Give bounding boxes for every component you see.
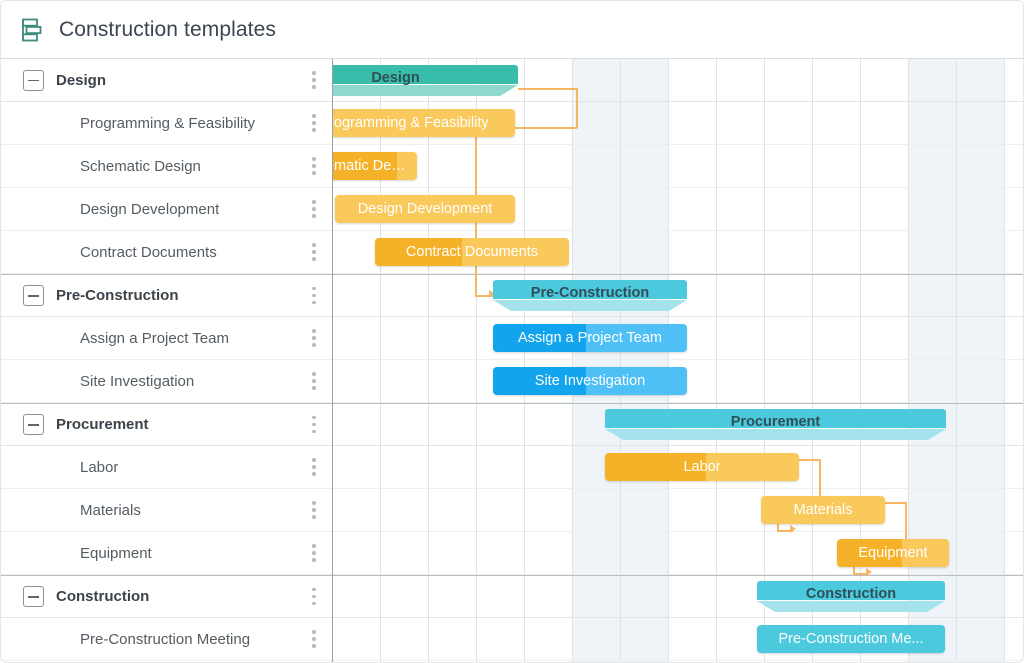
task-bar-label: Pre-Construction Me... (778, 631, 924, 647)
minus-square-icon[interactable] (23, 285, 44, 306)
task-label: Contract Documents (80, 243, 217, 261)
kebab-menu-icon[interactable] (312, 286, 316, 305)
task-bar-label: Contract Documents (405, 244, 539, 260)
task-label: Assign a Project Team (80, 329, 229, 347)
task-bar-label: Site Investigation (534, 373, 646, 389)
page-title: Construction templates (59, 17, 276, 41)
kebab-menu-icon[interactable] (312, 501, 316, 519)
task-row-contract-docs[interactable]: Contract Documents (1, 231, 332, 274)
kebab-menu-icon[interactable] (312, 458, 316, 476)
task-label: Pre-Construction (56, 287, 179, 304)
task-list-pane: Design Programming & Feasibility Schematic… (1, 59, 333, 662)
kebab-menu-icon[interactable] (312, 71, 316, 89)
task-row-design[interactable]: Design (1, 59, 332, 102)
task-bar[interactable]: Programming & Feasibility (333, 109, 515, 137)
task-row-assign-team[interactable]: Assign a Project Team (1, 317, 332, 360)
task-bar-label: Design Development (357, 201, 493, 217)
task-row-materials[interactable]: Materials (1, 489, 332, 532)
task-label: Schematic Design (80, 157, 201, 175)
task-row-pre-construction[interactable]: Pre-Construction (1, 274, 332, 317)
kebab-menu-icon[interactable] (312, 630, 316, 648)
task-bar[interactable]: Pre-Construction Me... (757, 625, 945, 653)
task-label: Materials (80, 501, 141, 519)
task-label: Site Investigation (80, 372, 195, 390)
task-bar[interactable]: Site Investigation (493, 367, 687, 395)
task-label: Design Development (80, 200, 220, 218)
summary-bar[interactable]: Design (333, 65, 518, 96)
chart-row (333, 145, 1023, 188)
task-label: Programming & Feasibility (80, 114, 256, 132)
kebab-menu-icon[interactable] (312, 415, 316, 434)
task-label: Construction (56, 588, 150, 605)
task-bar-label: Equipment (858, 545, 928, 561)
task-bar-label: Programming & Feasibility (333, 115, 489, 131)
task-row-labor[interactable]: Labor (1, 446, 332, 489)
task-row-schematic[interactable]: Schematic Design (1, 145, 332, 188)
chart-row (333, 489, 1023, 532)
dependency-link-design (576, 88, 578, 128)
summary-bar-label: Design (371, 70, 420, 86)
task-bar-label: Labor (683, 459, 721, 475)
task-bar[interactable]: Design Development (335, 195, 515, 223)
summary-bar-label: Pre-Construction (530, 285, 650, 301)
gantt-app-window: Construction templates Design Programming… (0, 0, 1024, 663)
task-bar-label: Materials (793, 502, 853, 518)
kebab-menu-icon[interactable] (312, 114, 316, 132)
task-label: Pre-Construction Meeting (80, 630, 251, 648)
task-row-programming[interactable]: Programming & Feasibility (1, 102, 332, 145)
task-row-procurement[interactable]: Procurement (1, 403, 332, 446)
minus-square-icon[interactable] (23, 69, 44, 91)
timeline-chart-pane: Design Programming & Feasibility Schematic… (333, 59, 1023, 662)
task-label: Labor (80, 458, 119, 476)
summary-bar[interactable]: Procurement (605, 409, 946, 440)
summary-bar-label: Construction (805, 586, 897, 602)
dependency-arrowhead-materials (790, 525, 796, 533)
summary-bar-label: Procurement (730, 414, 821, 430)
app-header: Construction templates (1, 1, 1023, 59)
summary-bar[interactable]: Pre-Construction (493, 280, 687, 311)
task-row-site-investigation[interactable]: Site Investigation (1, 360, 332, 403)
task-bar-label: Assign a Project Team (518, 330, 662, 346)
task-bar[interactable]: Equipment (837, 539, 949, 567)
kebab-menu-icon[interactable] (312, 587, 316, 606)
task-row-precon-meeting[interactable]: Pre-Construction Meeting (1, 618, 332, 661)
summary-bar[interactable]: Construction (757, 581, 945, 612)
task-label: Procurement (56, 416, 149, 433)
task-bar[interactable]: Assign a Project Team (493, 324, 687, 352)
gantt-body: Design Programming & Feasibility Schematic… (1, 59, 1023, 662)
minus-square-icon[interactable] (23, 414, 44, 435)
task-bar[interactable]: Materials (761, 496, 885, 524)
kebab-menu-icon[interactable] (312, 200, 316, 218)
kebab-menu-icon[interactable] (312, 372, 316, 390)
summary-bar-body (333, 65, 518, 84)
task-bar[interactable]: Schematic Design (333, 152, 417, 180)
task-row-equipment[interactable]: Equipment (1, 532, 332, 575)
task-bar[interactable]: Labor (605, 453, 799, 481)
dependency-arrowhead-equipment (866, 568, 872, 576)
dependency-link-materials (885, 502, 907, 504)
task-bar[interactable]: Contract Documents (375, 238, 569, 266)
kebab-menu-icon[interactable] (312, 243, 316, 261)
task-label: Design (56, 71, 107, 89)
task-label: Equipment (80, 544, 152, 562)
minus-square-icon[interactable] (23, 586, 44, 607)
kebab-menu-icon[interactable] (312, 544, 316, 562)
dependency-link-labor (799, 459, 821, 461)
summary-bar-tail (333, 84, 518, 96)
task-bar-label: Schematic Design (333, 158, 417, 174)
kebab-menu-icon[interactable] (312, 329, 316, 347)
dependency-link-design (518, 88, 578, 90)
task-row-design-dev[interactable]: Design Development (1, 188, 332, 231)
task-row-construction[interactable]: Construction (1, 575, 332, 618)
gantt-chart-icon (22, 18, 42, 41)
kebab-menu-icon[interactable] (312, 157, 316, 175)
